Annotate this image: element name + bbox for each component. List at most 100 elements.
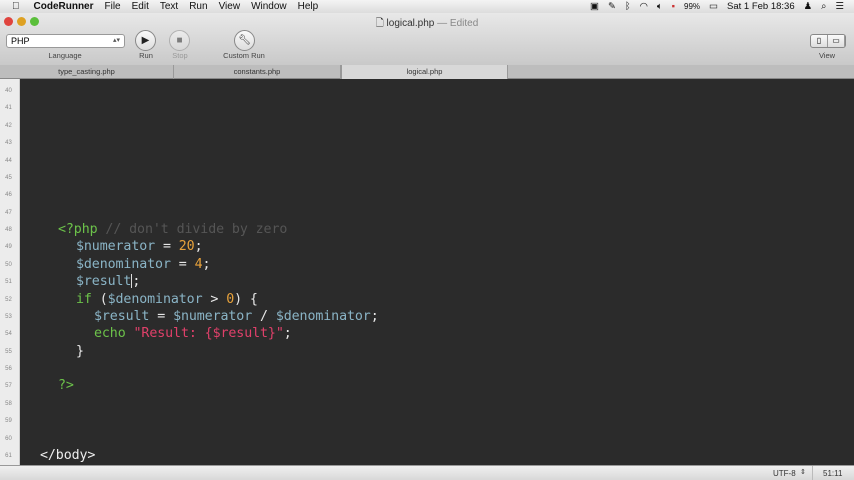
flag-icon[interactable]: ▪ <box>672 1 675 12</box>
line-number: 53 <box>5 313 12 320</box>
console-icon[interactable]: ▭ <box>828 35 845 47</box>
menu-text[interactable]: Text <box>160 1 178 12</box>
window-title: 🗋 logical.php — Edited <box>0 16 854 33</box>
menu-file[interactable]: File <box>105 1 121 12</box>
line-number: 51 <box>5 279 12 286</box>
code-line: $numerator = 20; <box>76 239 203 254</box>
code-token: $result <box>94 308 150 324</box>
code-token: 20 <box>178 239 195 255</box>
line-number: 42 <box>5 122 12 129</box>
menu-view[interactable]: View <box>219 1 241 12</box>
volume-icon[interactable]: 🔈︎ <box>657 1 663 12</box>
code-line: $denominator = 4; <box>76 256 211 272</box>
stop-label: Stop <box>172 51 188 60</box>
file-icon: 🗋 <box>375 18 384 29</box>
code-token: "Result: {$result}" <box>133 326 284 342</box>
bluetooth-icon[interactable]: ᛒ <box>625 1 631 12</box>
apple-icon[interactable]:  <box>12 1 20 12</box>
stop-button[interactable]: ■ <box>169 30 190 51</box>
tab-logical[interactable]: logical.php <box>341 65 508 79</box>
code-line: </body> <box>40 448 95 463</box>
code-line: $result; <box>76 274 140 289</box>
line-number: 48 <box>5 227 12 234</box>
tab-bar: type_casting.php constants.php logical.p… <box>0 65 854 79</box>
cursor-position: 51:11 <box>823 469 843 478</box>
run-button[interactable]: ▶ <box>135 30 156 51</box>
code-line: ?> <box>58 378 74 393</box>
line-number: 45 <box>5 174 12 181</box>
tab-type-casting[interactable]: type_casting.php <box>0 65 174 79</box>
tab-constants[interactable]: constants.php <box>174 65 341 79</box>
language-select[interactable]: PHP ▴▾ <box>6 34 125 48</box>
code-token: ; <box>194 239 203 255</box>
code-token: ; <box>202 256 211 272</box>
code-token: if <box>76 291 92 307</box>
code-token: echo <box>94 326 126 342</box>
line-number: 47 <box>5 209 12 216</box>
camera-icon[interactable]: ▣ <box>590 1 599 12</box>
view-label: View <box>818 51 836 60</box>
code-token: 0 <box>226 291 235 307</box>
run-label: Run <box>139 51 153 60</box>
line-number: 50 <box>5 261 12 268</box>
user-icon[interactable]: ♟ <box>804 1 813 12</box>
view-toggle[interactable]: ▯ ▭ <box>810 34 846 48</box>
code-token: $result <box>76 274 132 290</box>
chevron-updown-icon: ▴▾ <box>112 37 120 44</box>
code-token: / <box>252 308 276 324</box>
code-editor[interactable]: <?php // don't divide by zero $numerator … <box>21 79 854 465</box>
divider <box>812 466 813 480</box>
clock[interactable]: Sat 1 Feb 18:36 <box>727 1 795 12</box>
stop-icon: ■ <box>176 35 183 46</box>
spotlight-icon[interactable]: ⌕ <box>821 1 826 12</box>
sidebar-icon[interactable]: ▯ <box>811 35 828 47</box>
list-icon[interactable]: ☰ <box>835 1 844 12</box>
code-token: 4 <box>194 256 203 272</box>
menu-help[interactable]: Help <box>298 1 319 12</box>
line-number: 58 <box>5 400 12 407</box>
code-token: = <box>155 239 179 255</box>
line-number: 60 <box>5 435 12 442</box>
code-token: $denominator <box>107 291 203 307</box>
battery-icon[interactable]: ▭ <box>709 1 718 12</box>
code-token: ( <box>91 291 108 307</box>
menu-app[interactable]: CodeRunner <box>34 1 94 12</box>
line-number: 40 <box>5 88 12 94</box>
code-token: ) { <box>234 291 258 307</box>
line-number: 49 <box>5 244 12 251</box>
line-number-gutter: 40 41 42 43 44 45 46 47 48 49 50 51 52 53 54 55 56 57 58 59… <box>0 79 20 465</box>
chevron-updown-icon: ⇕ <box>800 469 806 476</box>
code-token: $numerator <box>76 239 156 255</box>
line-number: 54 <box>5 331 12 338</box>
menu-edit[interactable]: Edit <box>132 1 149 12</box>
line-number: 57 <box>5 383 12 390</box>
line-number: 56 <box>5 366 12 373</box>
line-number: 46 <box>5 192 12 199</box>
menu-run[interactable]: Run <box>189 1 207 12</box>
line-number: 55 <box>5 348 12 355</box>
battery-level[interactable]: 99% <box>684 2 700 11</box>
encoding-select[interactable]: UTF-8 <box>773 469 796 478</box>
code-token: } <box>76 343 84 359</box>
language-label: Language <box>48 51 82 60</box>
code-line: echo "Result: {$result}"; <box>94 326 292 341</box>
script-icon[interactable]: ✎ <box>608 1 616 12</box>
code-token: > <box>202 291 227 307</box>
code-line: $result = $numerator / $denominator; <box>94 309 379 324</box>
code-token: ; <box>132 274 141 290</box>
line-number: 44 <box>5 157 12 164</box>
code-token: $numerator <box>173 308 253 324</box>
code-token: $denominator <box>275 308 371 324</box>
line-number: 43 <box>5 140 12 147</box>
line-number: 59 <box>5 418 12 425</box>
wifi-icon[interactable]: ◠ <box>640 1 648 12</box>
code-token: ; <box>370 308 379 324</box>
play-icon: ▶ <box>141 35 150 46</box>
code-token: = <box>149 308 174 324</box>
code-token: // don't divide by zero <box>97 222 288 238</box>
code-token: = <box>170 256 195 272</box>
custom-run-button[interactable]: 🔧︎ <box>234 30 255 51</box>
code-token: ; <box>283 326 292 342</box>
menu-window[interactable]: Window <box>251 1 287 12</box>
